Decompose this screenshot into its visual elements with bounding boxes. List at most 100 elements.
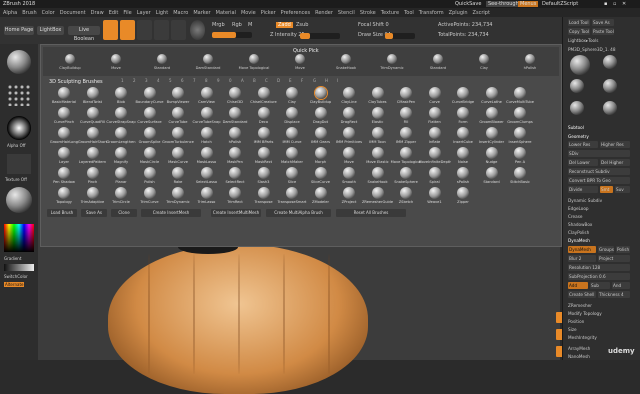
switch-color-label[interactable]: SwitchColor xyxy=(4,274,28,279)
lightbox-button[interactable]: LightBox xyxy=(37,26,64,35)
higher-res-button[interactable]: Higher Res xyxy=(600,141,630,148)
brush-tile[interactable]: Fill xyxy=(393,107,419,127)
brush-tile[interactable]: BoundaryCurve xyxy=(136,87,163,107)
brush-tile[interactable]: Smooth xyxy=(336,167,362,187)
menu-light[interactable]: Light xyxy=(156,10,168,16)
draw-mode-button[interactable] xyxy=(120,20,135,40)
home-page-button[interactable]: Home Page xyxy=(4,26,34,35)
geometry-header[interactable]: Geometry xyxy=(568,134,589,139)
zremesher-header[interactable]: ZRemesher xyxy=(568,303,592,308)
brush-tile[interactable]: ZRemesherGuide xyxy=(362,187,393,207)
brush-tile[interactable]: ZSketch xyxy=(393,187,419,207)
menu-brush[interactable]: Brush xyxy=(22,10,36,16)
alpha-filter-key[interactable]: 1 xyxy=(121,78,124,83)
brush-tile[interactable]: DragDot xyxy=(308,107,334,127)
brush-tile[interactable]: Spiral xyxy=(422,167,448,187)
brush-tile[interactable]: InsertCylinder xyxy=(479,127,505,147)
brush-tile[interactable]: StitchBasic xyxy=(507,167,533,187)
brush-tile[interactable]: CurveTubeSnap xyxy=(192,107,221,127)
brush-tile[interactable]: Chisel3D xyxy=(222,87,248,107)
polish-toggle[interactable]: Polish xyxy=(616,246,630,253)
mrgb-toggle[interactable]: Mrgb xyxy=(212,22,225,28)
tool-thumbnail[interactable] xyxy=(570,79,584,93)
size-header[interactable]: Size xyxy=(568,327,577,332)
brush-tile[interactable]: TrimRect xyxy=(222,187,248,207)
menu-zscript[interactable]: Zscript xyxy=(473,10,490,16)
brush-tile[interactable]: Slash3 xyxy=(251,167,277,187)
brush-tile[interactable]: IMM BParts xyxy=(251,127,277,147)
brush-tile[interactable]: CurveMultiTube xyxy=(506,87,534,107)
menu-marker[interactable]: Marker xyxy=(193,10,210,16)
add-button[interactable]: Add xyxy=(568,282,588,289)
m-toggle[interactable]: M xyxy=(248,22,252,28)
alpha-filter-key[interactable]: E xyxy=(289,78,292,83)
subprojection-slider[interactable]: SubProjection 0.6 xyxy=(568,273,630,280)
brush-tile[interactable]: InsertCube xyxy=(450,127,476,147)
alpha-filter-key[interactable]: 0 xyxy=(229,78,232,83)
draw-size-slider[interactable] xyxy=(385,33,415,39)
menu-color[interactable]: Color xyxy=(42,10,55,16)
quick-pick-brush[interactable]: ClayBuildup xyxy=(55,54,85,74)
brush-tile[interactable]: LayeredPattern xyxy=(79,147,106,167)
alpha-filter-key[interactable]: 6 xyxy=(181,78,184,83)
brush-tile[interactable]: SelectLasso xyxy=(194,167,220,187)
menu-document[interactable]: Document xyxy=(60,10,86,16)
brush-tile[interactable]: Weave1 xyxy=(422,187,448,207)
brush-tile[interactable]: BlendTwist xyxy=(80,87,106,107)
material-swatch[interactable] xyxy=(190,20,205,40)
brush-tile[interactable]: Polish xyxy=(137,167,163,187)
brush-tile[interactable]: Deco xyxy=(251,107,277,127)
alpha-filter-key[interactable]: 3 xyxy=(145,78,148,83)
nanomesh-header[interactable]: NanoMesh xyxy=(568,354,590,359)
live-boolean-button[interactable]: Live Boolean xyxy=(68,26,100,42)
convert-bpr-button[interactable]: Convert BPR To Geo xyxy=(568,177,630,184)
brush-tile[interactable]: MatchMaker xyxy=(279,147,305,167)
quick-pick-brush[interactable]: Move xyxy=(101,54,131,74)
alpha-filter-key[interactable]: 2 xyxy=(133,78,136,83)
brush-tile[interactable]: MaskCircle xyxy=(137,147,163,167)
window-controls[interactable]: ▪ ▫ ✕ xyxy=(604,1,628,7)
brush-tile[interactable]: ClayBuildup xyxy=(308,87,334,107)
material-thumbnail[interactable] xyxy=(6,187,32,213)
brush-tile[interactable]: Pinch xyxy=(80,167,106,187)
load-tool-button[interactable]: Load Tool xyxy=(568,19,590,26)
brush-tile[interactable]: CMaskPen xyxy=(393,87,419,107)
brush-tile[interactable]: Move Elastic xyxy=(365,147,391,167)
quicksave-button[interactable]: QuickSave xyxy=(455,1,481,7)
alpha-filter-key[interactable]: C xyxy=(265,78,268,83)
brush-tile[interactable]: GroomLengthen xyxy=(107,127,135,147)
brush-tile[interactable]: CurveQuadFill xyxy=(80,107,106,127)
alpha-filter-key[interactable]: 8 xyxy=(205,78,208,83)
popup-action-button[interactable]: Create InsertMultiMesh xyxy=(211,209,261,217)
stroke-thumbnail[interactable] xyxy=(7,84,31,106)
alpha-thumbnail[interactable] xyxy=(7,116,31,140)
suv-toggle[interactable]: Suv xyxy=(615,186,630,193)
edgeloop-header[interactable]: EdgeLoop xyxy=(568,206,589,211)
z-intensity-slider[interactable] xyxy=(300,33,340,39)
groups-toggle[interactable]: Groups xyxy=(598,246,614,253)
brush-tile[interactable]: Morph xyxy=(308,147,334,167)
brush-tile[interactable]: TrimAdaptive xyxy=(80,187,106,207)
quick-pick-brush[interactable]: hPolish xyxy=(515,54,545,74)
brush-tile[interactable]: CamView xyxy=(194,87,220,107)
save-as-button[interactable]: Save As xyxy=(592,19,614,26)
brush-tile[interactable]: CurveTube xyxy=(165,107,191,127)
menu-edit[interactable]: Edit xyxy=(109,10,119,16)
brush-tile[interactable]: MaskPen xyxy=(222,147,248,167)
claypolish-header[interactable]: ClayPolish xyxy=(568,230,589,235)
menu-material[interactable]: Material xyxy=(216,10,236,16)
alpha-filter-key[interactable]: 7 xyxy=(193,78,196,83)
brush-tile[interactable]: CurveLathe xyxy=(479,87,505,107)
rgb-toggle[interactable]: Rgb xyxy=(232,22,242,28)
brush-tile[interactable]: GroomHairLong xyxy=(50,127,78,147)
brush-tile[interactable]: Planar xyxy=(108,167,134,187)
brush-tile[interactable]: Magnify xyxy=(108,147,134,167)
menu-alpha[interactable]: Alpha xyxy=(3,10,17,16)
quick-pick-brush[interactable]: DamStandard xyxy=(193,54,223,74)
tool-thumbnail[interactable] xyxy=(603,101,617,115)
menu-texture[interactable]: Texture xyxy=(381,10,399,16)
menu-draw[interactable]: Draw xyxy=(91,10,104,16)
quick-pick-brush[interactable]: Standard xyxy=(423,54,453,74)
brush-tile[interactable]: Slice xyxy=(279,167,305,187)
scale-mode-button[interactable] xyxy=(154,20,169,40)
